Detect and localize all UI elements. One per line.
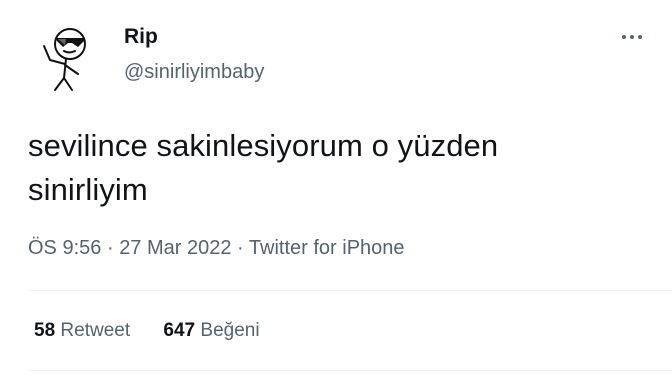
tweet-text: sevilince sakinlesiyorum o yüzden sinirl… [28, 124, 648, 212]
tweet-metadata: ÖS 9:56 · 27 Mar 2022 · Twitter for iPho… [28, 236, 405, 260]
tweet-text-line: sevilince sakinlesiyorum o yüzden [28, 128, 499, 163]
divider [28, 290, 672, 291]
likes-label: Beğeni [200, 320, 260, 341]
sunglasses-icon [56, 38, 84, 47]
dot-icon [630, 35, 634, 39]
dot-icon [622, 35, 626, 39]
divider [28, 370, 672, 371]
tweet-stats: 58 Retweet 647 Beğeni [34, 319, 288, 343]
likes-stat[interactable]: 647 Beğeni [163, 320, 259, 341]
retweets-stat[interactable]: 58 Retweet [34, 320, 135, 341]
display-name[interactable]: Rip [124, 24, 158, 50]
tweet-text-line: sinirliyim [28, 172, 148, 207]
more-options-icon[interactable] [620, 26, 660, 46]
retweets-count: 58 [34, 320, 56, 341]
tweet-date[interactable]: 27 Mar 2022 [119, 237, 231, 259]
user-handle[interactable]: @sinirliyimbaby [124, 60, 264, 84]
meta-separator: · [237, 237, 244, 259]
dot-icon [638, 35, 642, 39]
likes-count: 647 [163, 320, 196, 341]
tweet-source[interactable]: Twitter for iPhone [249, 237, 405, 259]
avatar[interactable] [22, 16, 102, 96]
meta-separator: · [106, 237, 114, 259]
retweets-label: Retweet [60, 320, 131, 341]
tweet-time[interactable]: ÖS 9:56 [28, 237, 101, 259]
